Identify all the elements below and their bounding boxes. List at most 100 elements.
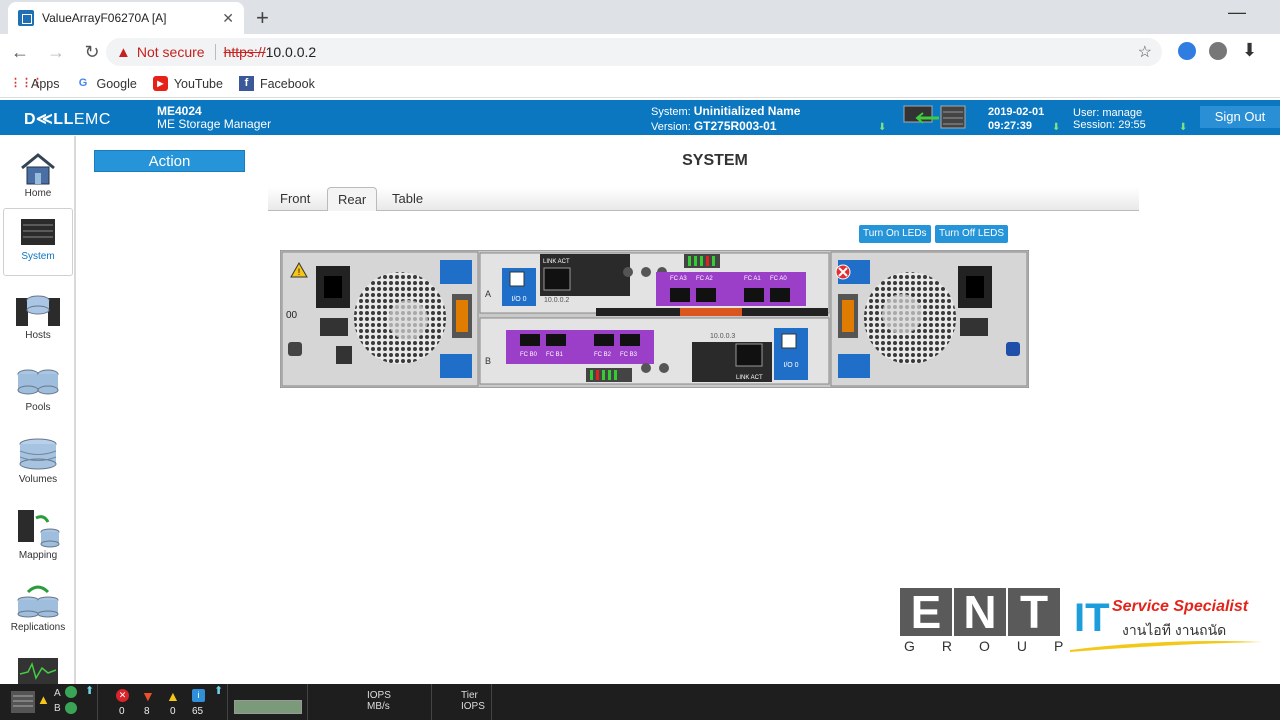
dell-emc-logo: D≪LLEMC — [24, 109, 111, 129]
io-port-label: I/O 0 — [783, 362, 798, 369]
sidebar-item-replications[interactable]: Replications — [3, 574, 73, 642]
bookmark-label: YouTube — [173, 76, 223, 91]
bookmark-star-icon[interactable]: ☆ — [1138, 42, 1152, 62]
iops-graph[interactable]: IOPS MB/s — [308, 684, 432, 720]
user-info[interactable]: User: manage Session: 29:55 — [1073, 107, 1146, 131]
port-fc-b1[interactable]: FC B1 — [546, 352, 564, 358]
svg-text:!: ! — [298, 267, 301, 277]
info-count: 65 — [192, 706, 204, 717]
critical-count: 0 — [119, 706, 125, 717]
user-label: User: — [1073, 107, 1100, 119]
latch-handle[interactable] — [680, 308, 742, 316]
browser-tab[interactable]: ValueArrayF06270A [A] ✕ — [8, 2, 244, 34]
sidebar-item-volumes[interactable]: Volumes — [3, 430, 73, 498]
sidebar-item-label: Home — [24, 188, 52, 199]
new-tab-icon[interactable]: + — [256, 5, 269, 31]
back-icon[interactable]: ← — [4, 42, 36, 63]
tab-rear[interactable]: Rear — [327, 187, 378, 211]
google-icon: G — [78, 77, 88, 89]
activity-indicator[interactable] — [228, 684, 308, 720]
sidebar-item-system[interactable]: System — [3, 208, 73, 276]
sidebar-item-hosts[interactable]: Hosts — [3, 286, 73, 354]
youtube-icon: ▶ — [152, 76, 168, 91]
check-icon — [65, 702, 77, 714]
extension-ghost-icon[interactable] — [1209, 42, 1227, 60]
sidebar-item-mapping[interactable]: Mapping — [3, 502, 73, 570]
reload-icon[interactable]: ↻ — [76, 42, 108, 63]
bookmark-label: Facebook — [259, 76, 315, 91]
critical-icon: ✕ — [116, 689, 129, 702]
bookmark-apps[interactable]: ⋮⋮⋮ Apps — [10, 76, 60, 91]
bookmark-google[interactable]: G Google — [76, 76, 137, 91]
extension-search-icon[interactable] — [1178, 42, 1196, 60]
model-label: ME4024 — [157, 104, 202, 118]
enclosure-rear-view: ! 00 A I/O 0 LINK ACT 10.0.0.2 FC A3 FC … — [280, 250, 1029, 388]
io-port-label: I/O 0 — [511, 296, 526, 303]
link-act-label: LINK ACT — [736, 375, 763, 381]
power-supply-left[interactable] — [281, 251, 479, 387]
sidebar-item-label: Hosts — [25, 330, 51, 341]
sidebar-item-pools[interactable]: Pools — [3, 358, 73, 426]
port-fc-a1[interactable]: FC A1 — [744, 276, 761, 282]
performance-monitor-icon — [18, 658, 58, 684]
tab-table[interactable]: Table — [382, 187, 433, 211]
address-bar[interactable]: ▲ Not secure https:// 10.0.0.2 ☆ — [106, 38, 1162, 66]
sidebar-item-label: Mapping — [18, 550, 58, 561]
forward-icon[interactable]: → — [40, 42, 72, 63]
view-tabs: Front Rear Table — [268, 187, 1139, 211]
tier-graph[interactable]: Tier IOPS — [432, 684, 492, 720]
port-fc-b2[interactable]: FC B2 — [594, 352, 612, 358]
controller-b[interactable]: B FC B0 FC B1 FC B2 FC B3 10.0.0.3 LINK … — [479, 317, 830, 385]
bookmark-facebook[interactable]: f Facebook — [238, 76, 315, 91]
power-supply-right[interactable] — [830, 251, 1028, 387]
enclosure-id: 00 — [286, 310, 298, 321]
app-header: D≪LLEMC ME4024 ME Storage Manager System… — [0, 100, 1280, 135]
sidebar: Home System Hosts Pools Volumes Mapping … — [0, 136, 76, 684]
bookmarks-bar: ⋮⋮⋮ Apps G Google ▶ YouTube f Facebook — [0, 70, 1280, 98]
turn-off-leds-button[interactable]: Turn Off LEDS — [935, 225, 1009, 243]
bookmark-label: Google — [96, 76, 137, 91]
download-icon[interactable]: ⬇ — [1242, 40, 1257, 61]
system-label: System: — [651, 106, 691, 118]
event-counts[interactable]: ✕ 0 ▼ 8 ▲ 0 i 65 ⬆ — [98, 684, 228, 720]
page-title: SYSTEM — [682, 152, 748, 169]
close-tab-icon[interactable]: ✕ — [222, 10, 234, 27]
controller-status[interactable]: ▲ A B ⬆ — [0, 684, 98, 720]
session-label: Session: — [1073, 119, 1116, 131]
iops-label: IOPS — [367, 690, 391, 701]
host-link-icon[interactable] — [903, 104, 967, 131]
sidebar-item-home[interactable]: Home — [3, 146, 73, 214]
bookmark-youtube[interactable]: ▶ YouTube — [152, 76, 223, 91]
expand-arrow-icon[interactable]: ⬇ — [1052, 122, 1060, 133]
port-fc-b3[interactable]: FC B3 — [620, 352, 638, 358]
link-act-label: LINK ACT — [543, 259, 570, 265]
product-model: ME4024 ME Storage Manager — [157, 105, 271, 131]
controller-a[interactable]: A I/O 0 LINK ACT 10.0.0.2 FC A3 FC A2 FC… — [479, 252, 830, 314]
version-label: Version: — [651, 121, 691, 133]
turn-on-leds-button[interactable]: Turn On LEDs — [859, 225, 931, 243]
system-mini-icon — [11, 691, 35, 713]
tier-label: Tier — [461, 690, 478, 701]
action-button[interactable]: Action — [94, 150, 245, 172]
controller-a-label: A — [54, 688, 61, 699]
replications-icon — [17, 585, 59, 618]
port-fc-a3[interactable]: FC A3 — [670, 276, 687, 282]
port-fc-a0[interactable]: FC A0 — [770, 276, 787, 282]
browser-navbar: ← → ↻ ▲ Not secure https:// 10.0.0.2 ☆ ⬇ — [0, 34, 1280, 70]
tab-front[interactable]: Front — [270, 187, 320, 211]
port-fc-a2[interactable]: FC A2 — [696, 276, 713, 282]
sidebar-item-performance[interactable] — [3, 652, 73, 684]
error-count: 8 — [144, 706, 150, 717]
expand-arrow-icon[interactable]: ⬇ — [1179, 122, 1187, 133]
ent-group-logo: E N T GROUP — [900, 588, 1090, 654]
controller-a-ip: 10.0.0.2 — [544, 297, 569, 304]
expand-arrow-icon[interactable]: ⬇ — [878, 122, 886, 133]
not-secure-label[interactable]: Not secure — [137, 44, 205, 60]
product-name: ME Storage Manager — [157, 117, 272, 131]
it-logo: IT — [1074, 596, 1110, 640]
minimize-icon[interactable]: — — [1228, 2, 1246, 23]
system-info[interactable]: System: Uninitialized Name Version: GT27… — [651, 104, 800, 134]
port-fc-b0[interactable]: FC B0 — [520, 352, 538, 358]
sign-out-button[interactable]: Sign Out — [1200, 106, 1280, 128]
controller-label: B — [485, 356, 491, 366]
